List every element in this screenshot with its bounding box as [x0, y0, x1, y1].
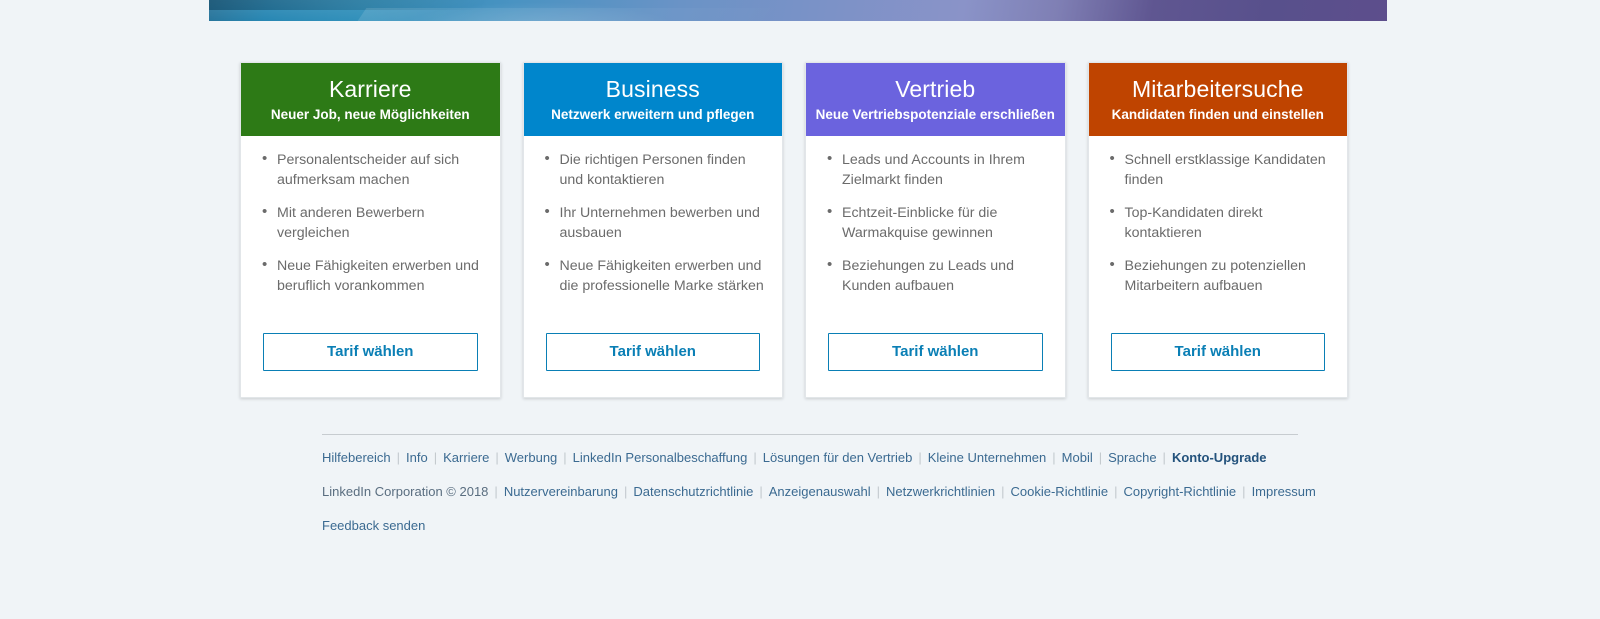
choose-plan-button-business[interactable]: Tarif wählen — [545, 333, 760, 371]
footer-link[interactable]: Mobil — [1062, 450, 1093, 465]
plan-card-footer-vertrieb: Tarif wählen — [806, 328, 1065, 397]
footer-link[interactable]: Feedback senden — [322, 518, 425, 533]
plan-card-title: Mitarbeitersuche — [1131, 76, 1304, 102]
footer-separator: | — [918, 450, 922, 465]
footer-separator: | — [1162, 450, 1166, 465]
footer-separator: | — [396, 450, 401, 465]
footer-link[interactable]: Konto-Upgrade — [1172, 450, 1267, 465]
plan-feature-list: Schnell erstklassige Kandidaten finden To… — [1103, 149, 1332, 296]
plan-card-header-mitarbeitersuche: Mitarbeitersuche Kandidaten finden und ei… — [1088, 63, 1347, 136]
plan-card-body-mitarbeitersuche: Schnell erstklassige Kandidaten finden To… — [1089, 136, 1348, 328]
choose-plan-button-vertrieb[interactable]: Tarif wählen — [828, 333, 1043, 371]
footer-link[interactable]: Karriere — [443, 450, 489, 465]
choose-plan-button-mitarbeitersuche[interactable]: Tarif wählen — [1110, 333, 1325, 371]
footer-separator: | — [759, 484, 763, 499]
site-footer: Hilfebereich | Info | Karriere | Werbung | Linke… — [322, 434, 1316, 537]
footer-link[interactable]: Datenschutzrichtlinie — [633, 484, 753, 499]
plan-feature-item: Die richtigen Personen finden und kontak… — [545, 149, 767, 190]
footer-separator: | — [876, 484, 881, 499]
footer-separator: | — [1114, 484, 1118, 499]
plan-card-mitarbeitersuche: Mitarbeitersuche Kandidaten finden und ei… — [1087, 62, 1348, 398]
plan-card-title: Business — [605, 76, 700, 102]
plan-card-list: Karriere Neuer Job, neue Möglichkeiten Per… — [240, 62, 1348, 398]
footer-link-row-primary: Hilfebereich | Info | Karriere | Werbung | Linke… — [322, 435, 1298, 469]
footer-link[interactable]: LinkedIn Personalbeschaffung — [573, 450, 748, 465]
plan-feature-item: Beziehungen zu potenziellen Mitarbeitern… — [1110, 255, 1332, 296]
plan-card-subtitle: Netzwerk erweitern und pflegen — [551, 107, 755, 122]
banner-streak-mid — [351, 8, 787, 21]
plan-card-subtitle: Neue Vertriebspotenziale erschließen — [815, 107, 1055, 122]
plan-feature-item: Beziehungen zu Leads und Kunden aufbauen — [827, 255, 1049, 296]
footer-separator: | — [433, 450, 438, 465]
footer-separator: | — [1242, 484, 1246, 499]
footer-separator: | — [563, 450, 567, 465]
footer-link[interactable]: Kleine Unternehmen — [928, 450, 1047, 465]
plan-feature-list: Leads und Accounts in Ihrem Zielmarkt fi… — [820, 149, 1049, 296]
plan-feature-item: Personalentscheider auf sich aufmerksam … — [262, 149, 484, 190]
footer-link-row-feedback: Feedback senden — [322, 503, 1298, 537]
plan-card-business: Business Netzwerk erweitern und pflegen Di… — [522, 62, 783, 398]
footer-link[interactable]: Impressum — [1252, 484, 1316, 499]
plan-card-karriere: Karriere Neuer Job, neue Möglichkeiten Per… — [240, 62, 501, 398]
plan-feature-item: Neue Fähigkeiten erwerben und die profes… — [545, 255, 767, 296]
plan-card-subtitle: Neuer Job, neue Möglichkeiten — [270, 107, 470, 122]
plan-card-title: Karriere — [328, 76, 412, 102]
footer-separator: | — [1052, 450, 1056, 465]
footer-link[interactable]: Lösungen für den Vertrieb — [763, 450, 913, 465]
plan-feature-item: Neue Fähigkeiten erwerben und beruflich … — [262, 255, 484, 296]
choose-plan-button-karriere[interactable]: Tarif wählen — [263, 333, 478, 371]
footer-link[interactable]: Copyright-Richtlinie — [1123, 484, 1236, 499]
footer-link[interactable]: Sprache — [1108, 450, 1156, 465]
footer-separator: | — [624, 484, 628, 499]
footer-link[interactable]: Anzeigenauswahl — [769, 484, 871, 499]
plan-card-body-business: Die richtigen Personen finden und kontak… — [524, 136, 783, 328]
footer-link[interactable]: Nutzervereinbarung — [504, 484, 618, 499]
footer-link[interactable]: Netzwerkrichtlinien — [886, 484, 995, 499]
plan-feature-item: Ihr Unternehmen bewerben und ausbauen — [545, 202, 767, 243]
footer-separator: | — [1098, 450, 1103, 465]
footer-separator: | — [494, 484, 498, 499]
plan-card-footer-business: Tarif wählen — [524, 328, 783, 397]
plan-card-footer-karriere: Tarif wählen — [241, 328, 500, 397]
footer-separator: | — [1001, 484, 1005, 499]
plan-card-header-business: Business Netzwerk erweitern und pflegen — [523, 63, 782, 136]
footer-link[interactable]: Cookie-Richtlinie — [1011, 484, 1109, 499]
plan-feature-item: Top-Kandidaten direkt kontaktieren — [1110, 202, 1332, 243]
footer-separator: | — [495, 450, 499, 465]
footer-separator: | — [753, 450, 757, 465]
plan-card-header-karriere: Karriere Neuer Job, neue Möglichkeiten — [241, 63, 500, 136]
plan-card-header-vertrieb: Vertrieb Neue Vertriebspotenziale erschli… — [806, 63, 1065, 136]
plan-card-vertrieb: Vertrieb Neue Vertriebspotenziale erschli… — [805, 62, 1066, 398]
plan-feature-item: Leads und Accounts in Ihrem Zielmarkt fi… — [827, 149, 1049, 190]
plan-feature-item: Echtzeit-Einblicke für die Warmakquise g… — [827, 202, 1049, 243]
footer-link[interactable]: Info — [406, 450, 428, 465]
plan-card-body-karriere: Personalentscheider auf sich aufmerksam … — [241, 136, 500, 328]
footer-link[interactable]: Hilfebereich — [322, 450, 391, 465]
footer-link-row-legal: LinkedIn Corporation © 2018 | Nutzerverein… — [322, 469, 1316, 503]
plan-card-subtitle: Kandidaten finden und einstellen — [1111, 107, 1324, 122]
plan-feature-item: Schnell erstklassige Kandidaten finden — [1110, 149, 1332, 190]
plan-feature-list: Personalentscheider auf sich aufmerksam … — [255, 149, 484, 296]
plan-feature-list: Die richtigen Personen finden und kontak… — [538, 149, 767, 296]
plan-feature-item: Mit anderen Bewerbern vergleichen — [262, 202, 484, 243]
hero-banner — [209, 0, 1387, 21]
footer-link: LinkedIn Corporation © 2018 — [322, 484, 489, 499]
plan-card-footer-mitarbeitersuche: Tarif wählen — [1089, 328, 1348, 397]
footer-link[interactable]: Werbung — [505, 450, 558, 465]
plan-card-body-vertrieb: Leads und Accounts in Ihrem Zielmarkt fi… — [806, 136, 1065, 328]
plan-card-title: Vertrieb — [895, 76, 976, 102]
